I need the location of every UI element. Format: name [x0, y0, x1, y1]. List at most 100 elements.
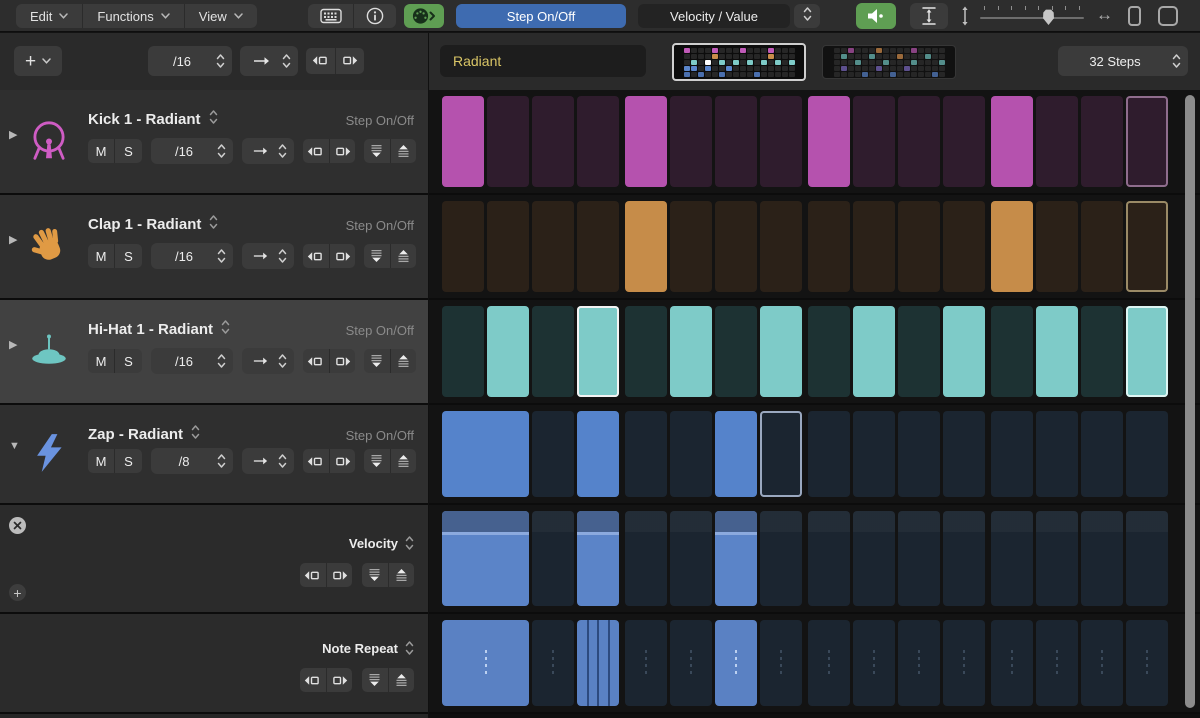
increment-values-button[interactable] [391, 139, 417, 163]
step-1[interactable] [442, 411, 529, 497]
add-row-button[interactable]: + [14, 46, 62, 76]
expand-row-triangle[interactable]: ▶ [9, 128, 17, 141]
decrement-values-button[interactable] [362, 563, 389, 587]
step-2[interactable] [487, 201, 529, 292]
step-6[interactable] [715, 411, 757, 497]
step-1[interactable] [442, 201, 484, 292]
rotate-left-button[interactable] [303, 349, 330, 373]
step-14[interactable] [1081, 411, 1123, 497]
note-repeat-step-14[interactable] [1081, 620, 1123, 706]
step-8[interactable] [808, 411, 850, 497]
slider-track[interactable] [980, 17, 1084, 19]
note-repeat-step-13[interactable] [1036, 620, 1078, 706]
add-subrow-button[interactable]: + [9, 584, 26, 601]
step-6[interactable] [670, 201, 712, 292]
step-8[interactable] [760, 201, 802, 292]
rotate-right-button[interactable] [327, 668, 353, 692]
row-rate-stepper[interactable]: /16 [151, 243, 233, 269]
step-14[interactable] [1036, 201, 1078, 292]
velocity-step-5[interactable] [670, 511, 712, 606]
step-4[interactable] [577, 96, 619, 187]
mute-button[interactable]: M [88, 244, 115, 268]
velocity-step-14[interactable] [1081, 511, 1123, 606]
solo-button[interactable]: S [115, 349, 142, 373]
step-10[interactable] [853, 201, 895, 292]
rotate-right-button[interactable] [330, 244, 356, 268]
step-4[interactable] [625, 411, 667, 497]
row-rate-stepper[interactable]: /8 [151, 448, 233, 474]
step-3[interactable] [532, 306, 574, 397]
step-3[interactable] [532, 96, 574, 187]
rotate-right-button[interactable] [330, 139, 356, 163]
rotate-left-button[interactable] [300, 668, 327, 692]
step-7[interactable] [715, 306, 757, 397]
menu-functions[interactable]: Functions [83, 4, 184, 28]
subrow-label-stepper[interactable]: Velocity [349, 535, 414, 551]
step-12[interactable] [943, 96, 985, 187]
panel-narrow-icon[interactable] [1128, 6, 1141, 26]
track-name[interactable]: Clap 1 - Radiant [88, 216, 201, 233]
step-5[interactable] [625, 306, 667, 397]
step-13[interactable] [1036, 411, 1078, 497]
step-8[interactable] [760, 306, 802, 397]
row-rate-stepper[interactable]: /16 [151, 348, 233, 374]
decrement-values-button[interactable] [362, 668, 389, 692]
step-12[interactable] [991, 411, 1033, 497]
step-2[interactable] [487, 306, 529, 397]
step-15[interactable] [1126, 411, 1168, 497]
step-13[interactable] [991, 306, 1033, 397]
velocity-step-13[interactable] [1036, 511, 1078, 606]
step-11[interactable] [943, 411, 985, 497]
velocity-step-2[interactable] [532, 511, 574, 606]
step-16[interactable] [1126, 201, 1168, 292]
note-repeat-step-4[interactable] [625, 620, 667, 706]
info-icon[interactable] [354, 4, 396, 28]
velocity-step-9[interactable] [853, 511, 895, 606]
rotate-left-button[interactable] [306, 48, 336, 74]
note-repeat-step-15[interactable] [1126, 620, 1168, 706]
pattern-thumbnail[interactable] [822, 45, 956, 79]
velocity-step-6[interactable] [715, 511, 757, 606]
rotate-right-button[interactable] [336, 48, 365, 74]
row-playmode-stepper[interactable] [242, 448, 294, 474]
velocity-step-12[interactable] [991, 511, 1033, 606]
note-repeat-step-6[interactable] [715, 620, 757, 706]
mute-button[interactable]: M [88, 139, 115, 163]
pattern-thumbnail-selected[interactable] [672, 43, 806, 81]
step-7[interactable] [760, 411, 802, 497]
step-5[interactable] [670, 411, 712, 497]
step-5[interactable] [625, 201, 667, 292]
step-1[interactable] [442, 306, 484, 397]
track-name-stepper[interactable] [221, 319, 230, 340]
step-11[interactable] [898, 201, 940, 292]
velocity-step-11[interactable] [943, 511, 985, 606]
edit-mode-stepper[interactable] [794, 4, 820, 28]
step-4[interactable] [577, 201, 619, 292]
velocity-step-8[interactable] [808, 511, 850, 606]
step-16[interactable] [1126, 306, 1168, 397]
step-9[interactable] [808, 96, 850, 187]
note-repeat-step-9[interactable] [853, 620, 895, 706]
close-subrow-button[interactable] [9, 517, 26, 534]
step-12[interactable] [943, 201, 985, 292]
virtual-keyboard-icon[interactable] [308, 4, 354, 28]
note-repeat-step-11[interactable] [943, 620, 985, 706]
row-playmode-stepper[interactable] [242, 243, 294, 269]
note-repeat-step-5[interactable] [670, 620, 712, 706]
vertical-zoom-icon[interactable] [910, 3, 948, 29]
track-name-stepper[interactable] [191, 424, 200, 445]
step-3[interactable] [532, 201, 574, 292]
rotate-left-button[interactable] [303, 139, 330, 163]
note-repeat-step-3[interactable] [577, 620, 619, 706]
step-2[interactable] [532, 411, 574, 497]
expand-row-triangle[interactable]: ▶ [9, 338, 17, 351]
step-11[interactable] [898, 96, 940, 187]
step-15[interactable] [1081, 96, 1123, 187]
rotate-left-button[interactable] [303, 449, 330, 473]
step-15[interactable] [1081, 306, 1123, 397]
step-8[interactable] [760, 96, 802, 187]
step-11[interactable] [898, 306, 940, 397]
subrow-label-stepper[interactable]: Note Repeat [322, 640, 414, 656]
panel-wide-icon[interactable] [1158, 6, 1178, 26]
solo-button[interactable]: S [115, 244, 142, 268]
